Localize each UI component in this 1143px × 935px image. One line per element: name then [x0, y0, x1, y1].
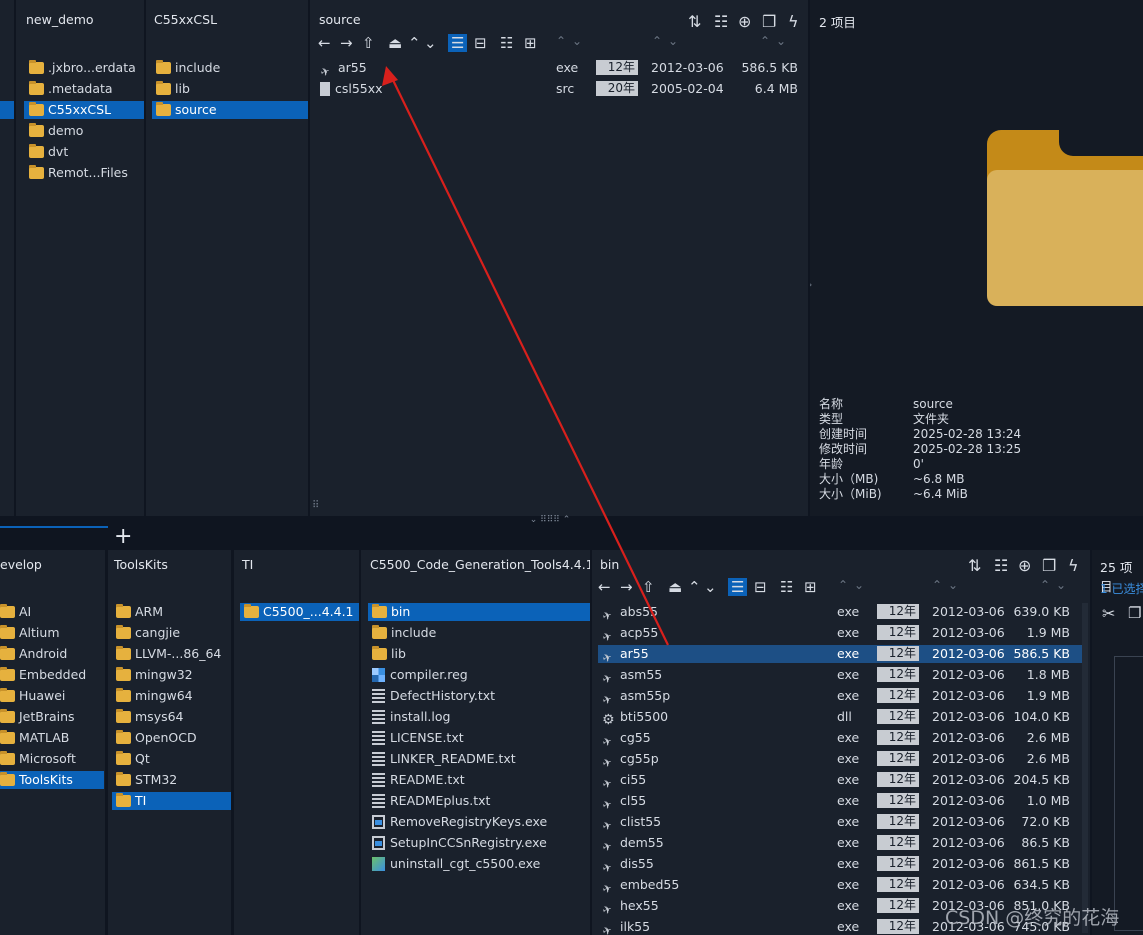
watermark: CSDN @终究的花海: [945, 907, 1120, 929]
annotation-arrow: [382, 66, 669, 646]
arrow-line: [390, 75, 669, 646]
